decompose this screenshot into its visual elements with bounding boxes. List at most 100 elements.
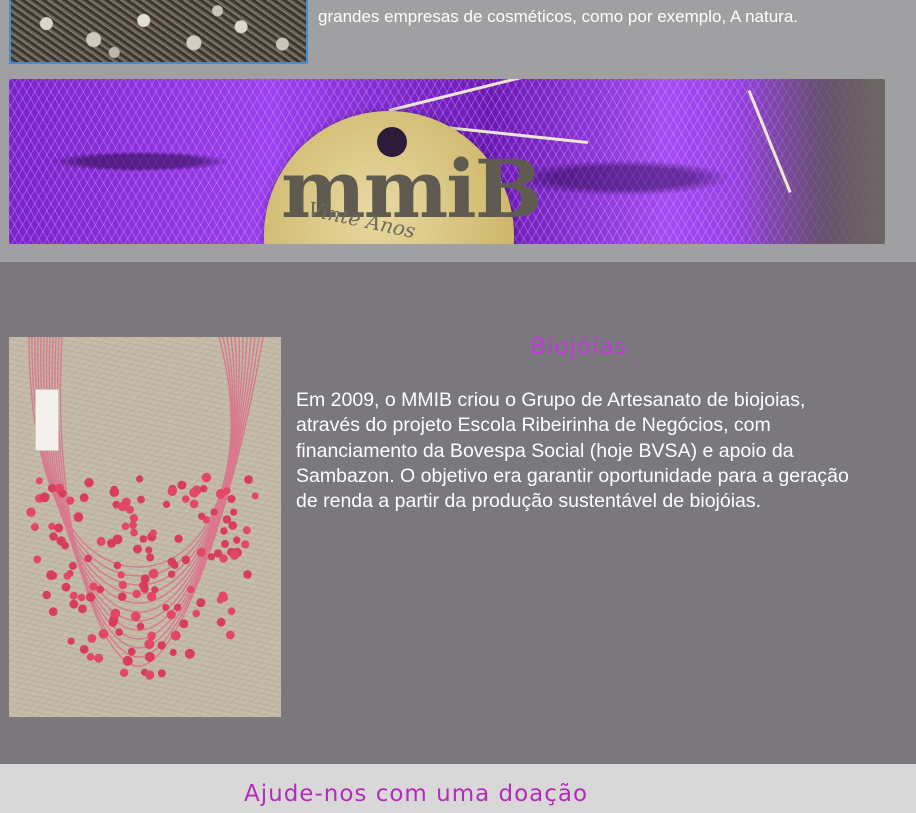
necklace-bead bbox=[119, 668, 129, 677]
necklace-bead bbox=[139, 581, 149, 591]
necklace-bead bbox=[68, 561, 77, 570]
section-body: Em 2009, o MMIB criou o Grupo de Artesan… bbox=[296, 389, 849, 513]
banner-photo: mmiB Vinte Anos bbox=[9, 79, 885, 244]
necklace-bead bbox=[107, 538, 117, 548]
seeds-photo[interactable] bbox=[9, 0, 308, 64]
necklace-bead bbox=[117, 592, 127, 601]
necklace-bead bbox=[233, 536, 241, 544]
necklace-bead bbox=[110, 608, 121, 619]
necklace-bead bbox=[67, 637, 75, 645]
necklace-bead bbox=[225, 630, 235, 640]
necklace-bead bbox=[148, 568, 159, 579]
necklace-bead bbox=[30, 523, 39, 532]
necklace-strand bbox=[28, 337, 232, 568]
necklace-bead bbox=[118, 580, 128, 590]
necklace-bead bbox=[189, 487, 200, 498]
necklace-bead bbox=[157, 669, 166, 678]
necklace-bead bbox=[207, 553, 216, 561]
necklace-bead bbox=[122, 655, 133, 666]
necklace-bead bbox=[129, 521, 137, 530]
necklace-bead bbox=[221, 539, 229, 548]
necklace-bead bbox=[182, 495, 190, 503]
necklace-bead bbox=[243, 526, 251, 535]
necklace-bead bbox=[167, 570, 176, 578]
necklace-bead bbox=[78, 604, 87, 614]
necklace-bead bbox=[201, 472, 212, 483]
necklace-photo[interactable] bbox=[9, 337, 281, 717]
necklace-bead bbox=[220, 594, 228, 602]
necklace-bead bbox=[118, 501, 128, 512]
necklace-bead bbox=[177, 480, 187, 490]
necklace-bead bbox=[136, 622, 145, 631]
necklace-bead bbox=[77, 593, 86, 602]
necklace-bead bbox=[49, 532, 58, 541]
necklace-bead bbox=[145, 546, 153, 554]
necklace-bead bbox=[167, 486, 177, 496]
section-title: Biojóias bbox=[530, 334, 628, 360]
necklace-bead bbox=[79, 493, 89, 502]
necklace-bead bbox=[215, 489, 226, 499]
necklace-bead bbox=[110, 485, 118, 493]
necklace-bead bbox=[149, 529, 157, 537]
necklace-bead bbox=[169, 648, 177, 657]
necklace-bead bbox=[87, 634, 97, 643]
necklace-bead bbox=[167, 557, 177, 567]
necklace-bead bbox=[130, 611, 141, 622]
intro-section: grandes empresas de cosméticos, como por… bbox=[0, 0, 916, 262]
necklace-bead bbox=[216, 617, 226, 627]
necklace-bead bbox=[54, 523, 64, 533]
necklace-bead bbox=[157, 641, 166, 650]
necklace-bead bbox=[63, 572, 72, 580]
necklace-bead bbox=[170, 630, 181, 641]
biojoias-section: Biojóias Em 2009, o MMIB criou o Grupo d… bbox=[0, 262, 916, 764]
necklace-bead bbox=[147, 592, 157, 602]
necklace-bead bbox=[181, 555, 191, 565]
necklace-bead bbox=[198, 512, 206, 520]
necklace-bead bbox=[136, 475, 144, 483]
necklace-bead bbox=[79, 645, 89, 654]
banner-shade bbox=[735, 79, 885, 244]
necklace-bead bbox=[86, 653, 95, 661]
necklace-bead bbox=[73, 512, 84, 522]
necklace-bead bbox=[121, 522, 130, 531]
necklace-bead bbox=[130, 528, 138, 537]
necklace-bead bbox=[251, 492, 259, 500]
necklace-bead bbox=[96, 585, 104, 594]
necklace-bead bbox=[84, 554, 92, 563]
necklace-bead bbox=[230, 508, 238, 516]
necklace-bead bbox=[113, 561, 122, 570]
necklace-bead bbox=[162, 500, 171, 508]
necklace-bead bbox=[244, 475, 253, 484]
necklace-bead bbox=[108, 618, 118, 627]
necklace-bead bbox=[48, 607, 58, 616]
necklace-bead bbox=[145, 670, 155, 680]
necklace-bead bbox=[174, 534, 183, 543]
necklace-bead bbox=[196, 547, 206, 557]
necklace-bead bbox=[184, 648, 195, 659]
necklace-bead bbox=[61, 582, 71, 592]
necklace-bead bbox=[146, 553, 155, 562]
necklace-bead bbox=[189, 499, 199, 509]
necklace-bead bbox=[55, 483, 64, 493]
necklace-bead bbox=[179, 619, 189, 629]
necklace-bead bbox=[33, 555, 42, 564]
necklace-bead bbox=[227, 607, 236, 615]
necklace-bead bbox=[187, 585, 195, 593]
donate-title[interactable]: Ajude-nos com uma doação bbox=[244, 781, 664, 807]
intro-paragraph: grandes empresas de cosméticos, como por… bbox=[318, 7, 799, 26]
necklace-bead bbox=[69, 591, 78, 600]
necklace-bead bbox=[117, 571, 125, 579]
necklace-bead bbox=[147, 631, 156, 641]
necklace-bead bbox=[129, 514, 139, 523]
tag-string bbox=[388, 79, 565, 112]
donate-section: Ajude-nos com uma doação bbox=[0, 764, 916, 813]
necklace-bead bbox=[56, 536, 66, 546]
necklace-label-tag bbox=[35, 389, 59, 451]
necklace-bead bbox=[243, 570, 252, 579]
necklace-bead bbox=[166, 610, 176, 620]
necklace-bead bbox=[144, 639, 155, 650]
necklace-bead bbox=[200, 485, 208, 493]
necklace-bead bbox=[229, 550, 240, 560]
necklace-bead bbox=[96, 536, 106, 546]
necklace-bead bbox=[241, 540, 250, 549]
